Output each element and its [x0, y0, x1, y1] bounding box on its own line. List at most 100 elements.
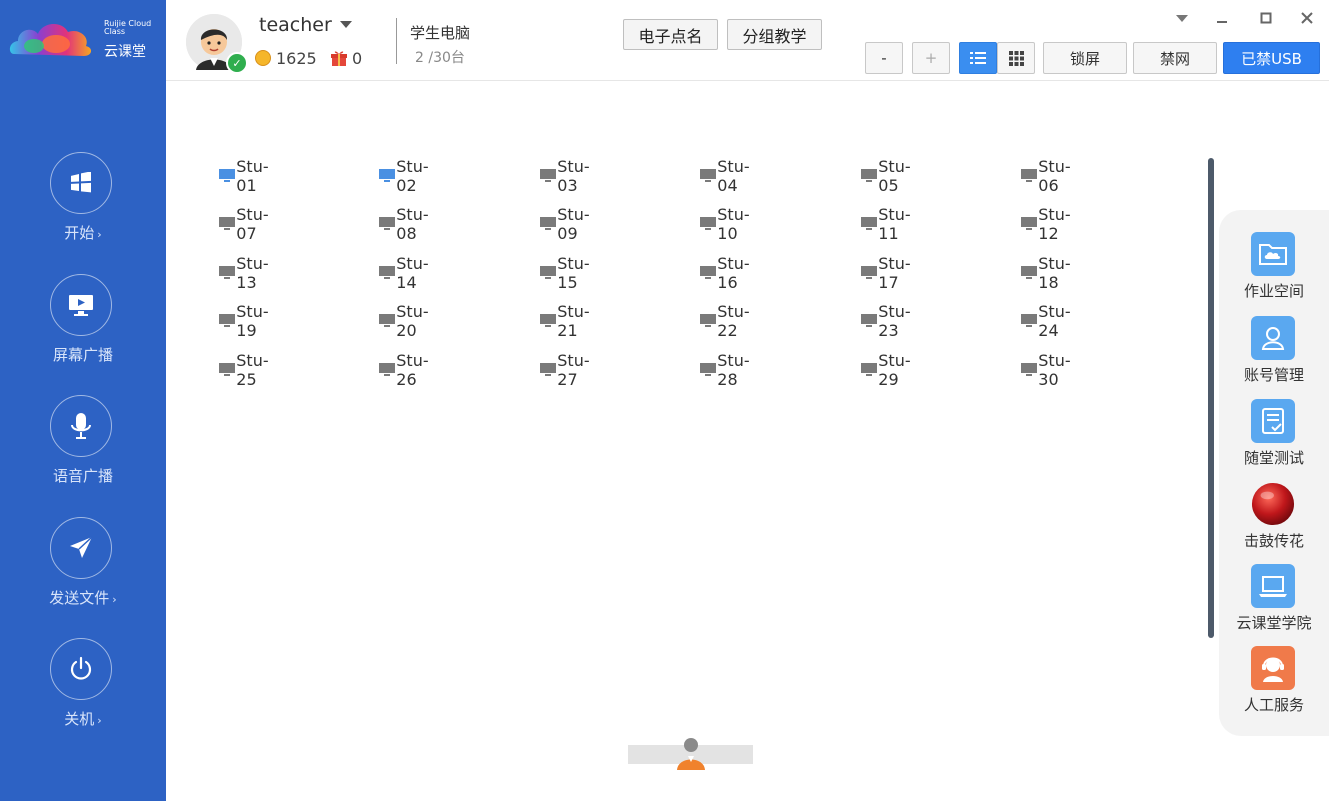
offline-monitor-icon [219, 266, 235, 280]
gift-icon [331, 51, 347, 66]
student-pc-name: Stu-07 [236, 205, 269, 243]
student-pc-item[interactable]: Stu-12 [1021, 205, 1075, 243]
student-pc-item[interactable]: Stu-04 [700, 157, 754, 195]
tool-homework-space[interactable]: 作业空间 [1219, 232, 1329, 312]
tool-panel: 作业空间 账号管理 随堂测试 击鼓传花 云课堂学院 人工服务 [1219, 210, 1329, 736]
student-pc-item[interactable]: Stu-25 [219, 351, 273, 389]
cloud-logo-icon [9, 23, 92, 56]
usb-disabled-button[interactable]: 已禁USB [1223, 42, 1320, 74]
username[interactable]: teacher [259, 14, 332, 36]
student-pc-item[interactable]: Stu-17 [861, 254, 915, 292]
student-pc-name: Stu-23 [878, 302, 911, 340]
student-pc-item[interactable]: Stu-05 [861, 157, 915, 195]
dropdown-menu-icon[interactable] [1172, 8, 1192, 28]
student-pc-item[interactable]: Stu-30 [1021, 351, 1075, 389]
zoom-in-button[interactable]: + [912, 42, 950, 74]
online-monitor-icon [219, 169, 235, 183]
student-pc-name: Stu-28 [717, 351, 750, 389]
tool-quiz[interactable]: 随堂测试 [1219, 399, 1329, 479]
brand-subtitle: Ruijie Cloud Class [104, 19, 152, 36]
sidebar-item-start[interactable]: 开始 › [0, 152, 166, 262]
sidebar-item-label: 语音广播 [52, 467, 113, 485]
student-pc-name: Stu-10 [717, 205, 750, 243]
ban-network-button[interactable]: 禁网 [1133, 42, 1217, 74]
offline-monitor-icon [1021, 266, 1037, 280]
student-pc-name: Stu-11 [878, 205, 911, 243]
sidebar: Ruijie Cloud Class 云课堂 开始 › 屏幕广播 语音广播 发送… [0, 0, 166, 801]
sidebar-item-label: 屏幕广播 [52, 346, 113, 364]
student-pc-item[interactable]: Stu-27 [540, 351, 594, 389]
sidebar-item-send-file[interactable]: 发送文件 › [0, 517, 166, 627]
student-pc-name: Stu-06 [1038, 157, 1071, 195]
student-pc-name: Stu-08 [396, 205, 429, 243]
student-pc-name: Stu-21 [557, 302, 590, 340]
offline-monitor-icon [540, 266, 556, 280]
student-pc-name: Stu-19 [236, 302, 269, 340]
maximize-icon[interactable] [1256, 8, 1276, 28]
sidebar-item-shutdown[interactable]: 关机 › [0, 638, 166, 748]
lock-screen-button[interactable]: 锁屏 [1043, 42, 1127, 74]
list-view-button[interactable] [959, 42, 997, 74]
student-pc-item[interactable]: Stu-22 [700, 302, 754, 340]
student-pc-item[interactable]: Stu-26 [379, 351, 433, 389]
caret-down-icon[interactable] [340, 21, 352, 28]
online-monitor-icon [379, 169, 395, 183]
student-pc-item[interactable]: Stu-19 [219, 302, 273, 340]
student-pc-item[interactable]: Stu-15 [540, 254, 594, 292]
student-pc-item[interactable]: Stu-06 [1021, 157, 1075, 195]
vertical-scrollbar[interactable] [1208, 158, 1214, 638]
student-pc-item[interactable]: Stu-07 [219, 205, 273, 243]
student-pc-item[interactable]: Stu-16 [700, 254, 754, 292]
group-teaching-button[interactable]: 分组教学 [727, 19, 822, 50]
sidebar-item-voice-broadcast[interactable]: 语音广播 [0, 395, 166, 505]
student-pc-name: Stu-20 [396, 302, 429, 340]
power-icon [50, 638, 112, 700]
coin-count: 1625 [276, 49, 317, 68]
close-icon[interactable] [1297, 8, 1317, 28]
student-pc-item[interactable]: Stu-29 [861, 351, 915, 389]
laptop-icon [1251, 564, 1295, 608]
student-pc-item[interactable]: Stu-21 [540, 302, 594, 340]
list-view-icon [970, 52, 986, 64]
student-pc-item[interactable]: Stu-24 [1021, 302, 1075, 340]
tool-human-service[interactable]: 人工服务 [1219, 646, 1329, 726]
roll-call-button[interactable]: 电子点名 [623, 19, 718, 50]
teacher-seat-icon[interactable] [676, 736, 706, 770]
sidebar-item-screen-broadcast[interactable]: 屏幕广播 [0, 274, 166, 384]
student-pc-item[interactable]: Stu-20 [379, 302, 433, 340]
offline-monitor-icon [861, 314, 877, 328]
student-pc-item[interactable]: Stu-10 [700, 205, 754, 243]
student-pc-item[interactable]: Stu-03 [540, 157, 594, 195]
tool-account-management[interactable]: 账号管理 [1219, 316, 1329, 396]
minimize-icon[interactable] [1212, 8, 1232, 28]
student-pc-name: Stu-15 [557, 254, 590, 292]
offline-monitor-icon [700, 314, 716, 328]
tool-label: 云课堂学院 [1236, 614, 1312, 632]
student-pc-name: Stu-14 [396, 254, 429, 292]
grid-view-button[interactable] [997, 42, 1035, 74]
student-pc-name: Stu-24 [1038, 302, 1071, 340]
avatar[interactable]: ✓ [186, 14, 248, 74]
tool-pass-the-parcel[interactable]: 击鼓传花 [1219, 482, 1329, 562]
tool-cloud-academy[interactable]: 云课堂学院 [1219, 564, 1329, 644]
gift-count: 0 [352, 49, 363, 68]
student-pc-name: Stu-05 [878, 157, 911, 195]
student-pc-item[interactable]: Stu-01 [219, 157, 273, 195]
offline-monitor-icon [540, 217, 556, 231]
offline-monitor-icon [219, 217, 235, 231]
student-pc-item[interactable]: Stu-28 [700, 351, 754, 389]
zoom-out-button[interactable]: - [865, 42, 903, 74]
student-pc-item[interactable]: Stu-02 [379, 157, 433, 195]
student-pc-item[interactable]: Stu-11 [861, 205, 915, 243]
student-pc-item[interactable]: Stu-23 [861, 302, 915, 340]
divider [396, 18, 397, 64]
offline-monitor-icon [1021, 217, 1037, 231]
student-pc-name: Stu-03 [557, 157, 590, 195]
student-pc-item[interactable]: Stu-09 [540, 205, 594, 243]
student-pc-item[interactable]: Stu-14 [379, 254, 433, 292]
windows-icon [50, 152, 112, 214]
student-pc-item[interactable]: Stu-13 [219, 254, 273, 292]
student-pc-item[interactable]: Stu-18 [1021, 254, 1075, 292]
student-pc-item[interactable]: Stu-08 [379, 205, 433, 243]
student-pc-name: Stu-12 [1038, 205, 1071, 243]
